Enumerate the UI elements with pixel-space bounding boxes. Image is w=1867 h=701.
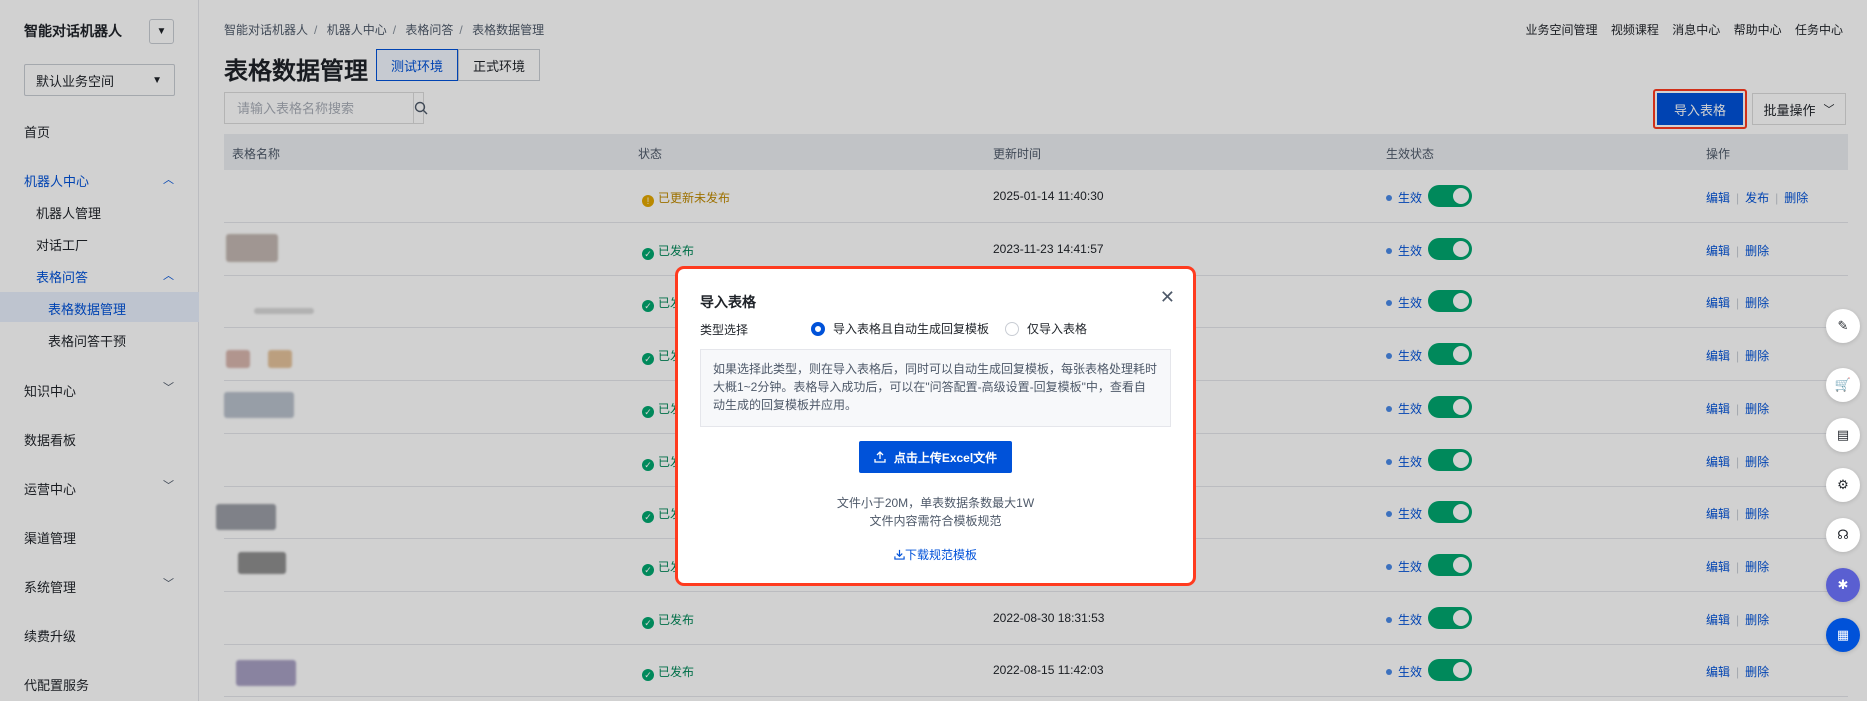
- upload-label: 点击上传Excel文件: [893, 450, 998, 465]
- cart-tool-button[interactable]: 🛒: [1826, 368, 1860, 402]
- document-tool-button[interactable]: ▤: [1826, 418, 1860, 452]
- assistant-button[interactable]: ✱: [1826, 568, 1860, 602]
- gear-icon: ⚙: [1837, 477, 1849, 492]
- download-icon: [894, 549, 905, 560]
- radio-checked-icon: [811, 321, 825, 336]
- document-icon: ▤: [1836, 427, 1850, 442]
- type-select-label: 类型选择: [700, 323, 749, 337]
- headset-icon: ☊: [1837, 527, 1849, 542]
- settings-tool-button[interactable]: ⚙: [1826, 468, 1860, 502]
- grid-icon: ▦: [1836, 627, 1850, 642]
- cart-icon: 🛒: [1834, 377, 1852, 392]
- download-label: 下载规范模板: [904, 548, 977, 562]
- info-text-line: 动生成的回复模板并应用。: [713, 398, 858, 412]
- info-text-line: 大概1~2分钟。表格导入成功后，可以在"问答配置-高级设置-回复模板"中，查看自: [713, 380, 1146, 394]
- dialog-title: 导入表格: [700, 294, 756, 310]
- radio-unchecked-icon: [1005, 321, 1019, 336]
- upload-excel-button[interactable]: 点击上传Excel文件: [859, 441, 1012, 473]
- info-box: 如果选择此类型，则在导入表格后，同时可以自动生成回复模板，每张表格处理耗时 大概…: [700, 349, 1171, 427]
- radio-import-only[interactable]: 仅导入表格: [1005, 320, 1087, 337]
- radio-label: 导入表格且自动生成回复模板: [833, 322, 990, 336]
- edit-tool-button[interactable]: ✎: [1826, 309, 1860, 343]
- upload-hint-format: 文件内容需符合模板规范: [869, 514, 1002, 528]
- info-text-line: 如果选择此类型，则在导入表格后，同时可以自动生成回复模板，每张表格处理耗时: [713, 362, 1158, 376]
- close-icon[interactable]: ✕: [1160, 287, 1175, 308]
- upload-icon: [874, 451, 886, 463]
- radio-label: 仅导入表格: [1027, 322, 1088, 336]
- support-tool-button[interactable]: ☊: [1826, 518, 1860, 552]
- sparkle-icon: ✱: [1837, 577, 1849, 592]
- pencil-icon: ✎: [1837, 318, 1849, 333]
- import-table-dialog: 导入表格 ✕ 类型选择 导入表格且自动生成回复模板 仅导入表格 如果选择此类型，…: [678, 269, 1193, 583]
- upload-hint-size: 文件小于20M，单表数据条数最大1W: [836, 496, 1035, 510]
- radio-import-with-template[interactable]: 导入表格且自动生成回复模板: [811, 320, 989, 337]
- apps-button[interactable]: ▦: [1826, 618, 1860, 652]
- download-template-link[interactable]: 下载规范模板: [678, 546, 1193, 563]
